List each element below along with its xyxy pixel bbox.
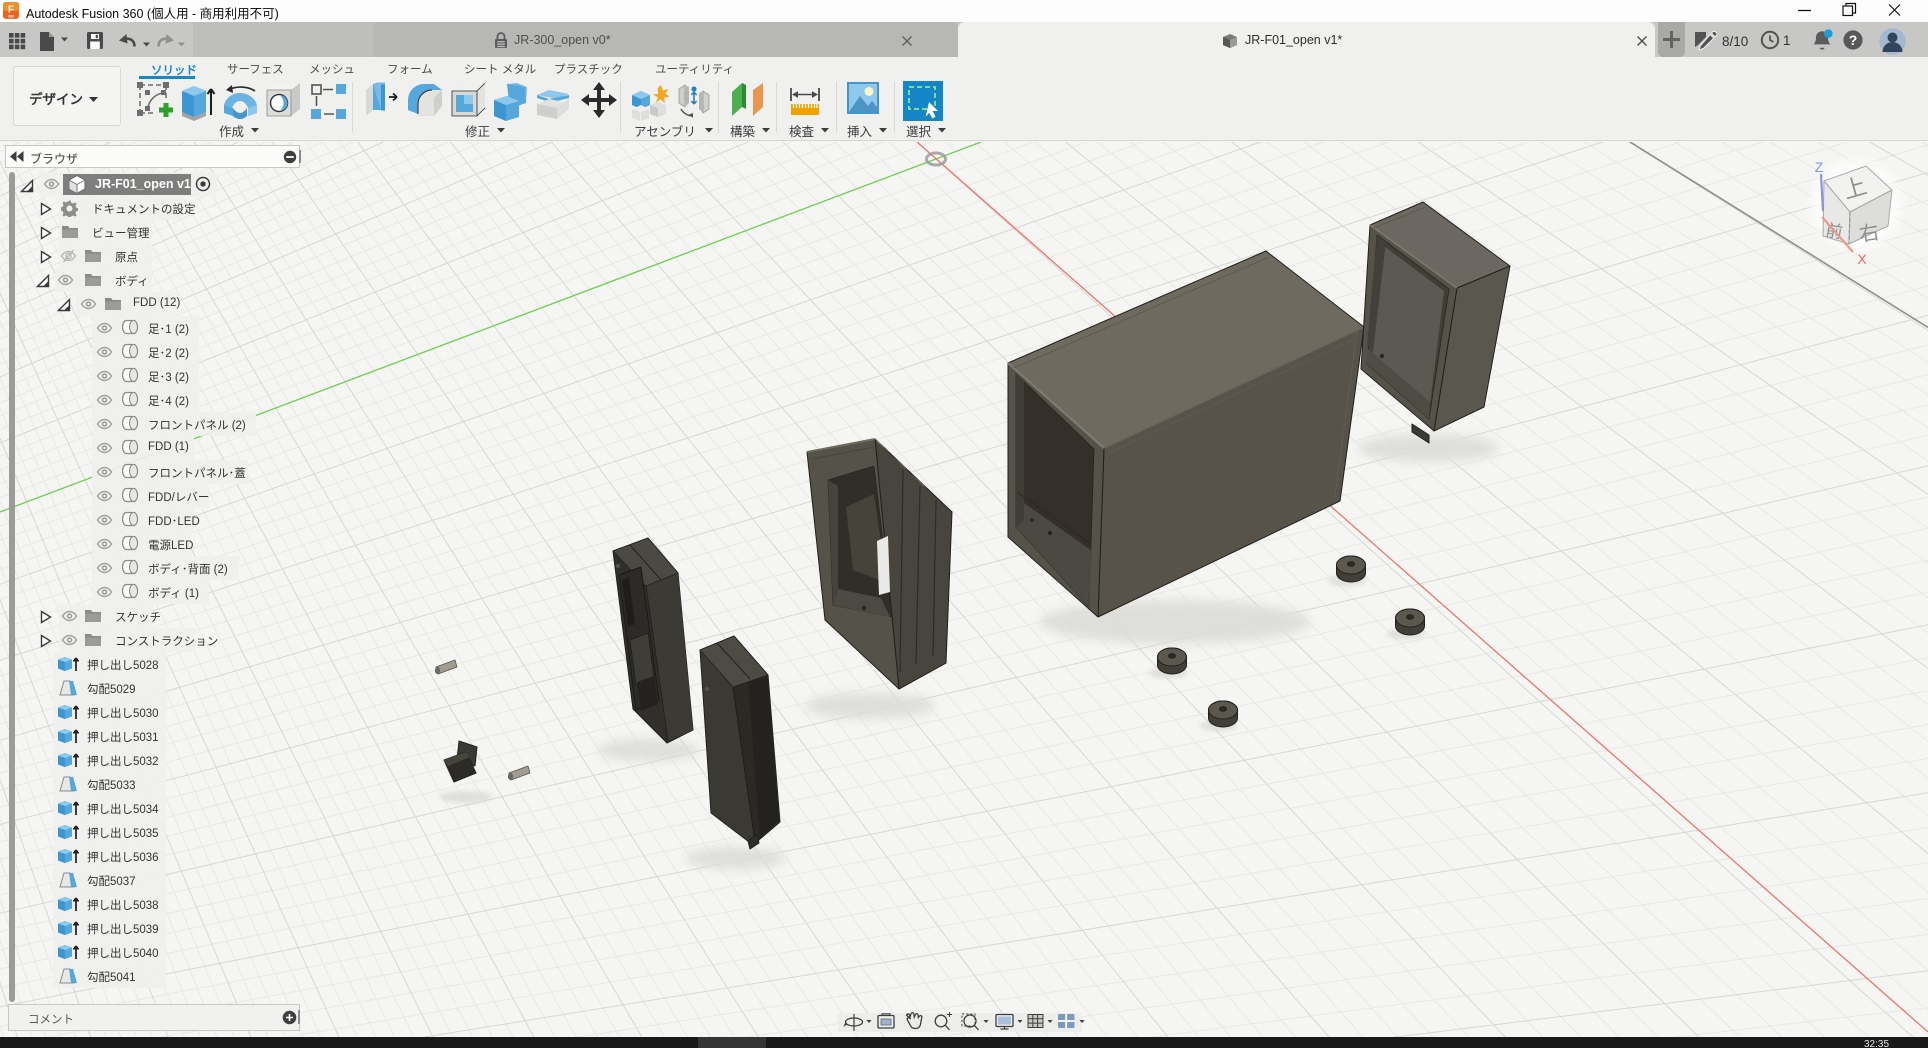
- svg-text:360: 360: [8, 15, 14, 19]
- svg-text:1: 1: [1783, 33, 1791, 48]
- svg-text:8/10: 8/10: [1722, 34, 1748, 49]
- svg-text:右: 右: [1857, 221, 1880, 247]
- svg-text:?: ?: [1849, 32, 1858, 48]
- svg-text:Z: Z: [1815, 159, 1824, 175]
- svg-text:X: X: [1857, 251, 1867, 267]
